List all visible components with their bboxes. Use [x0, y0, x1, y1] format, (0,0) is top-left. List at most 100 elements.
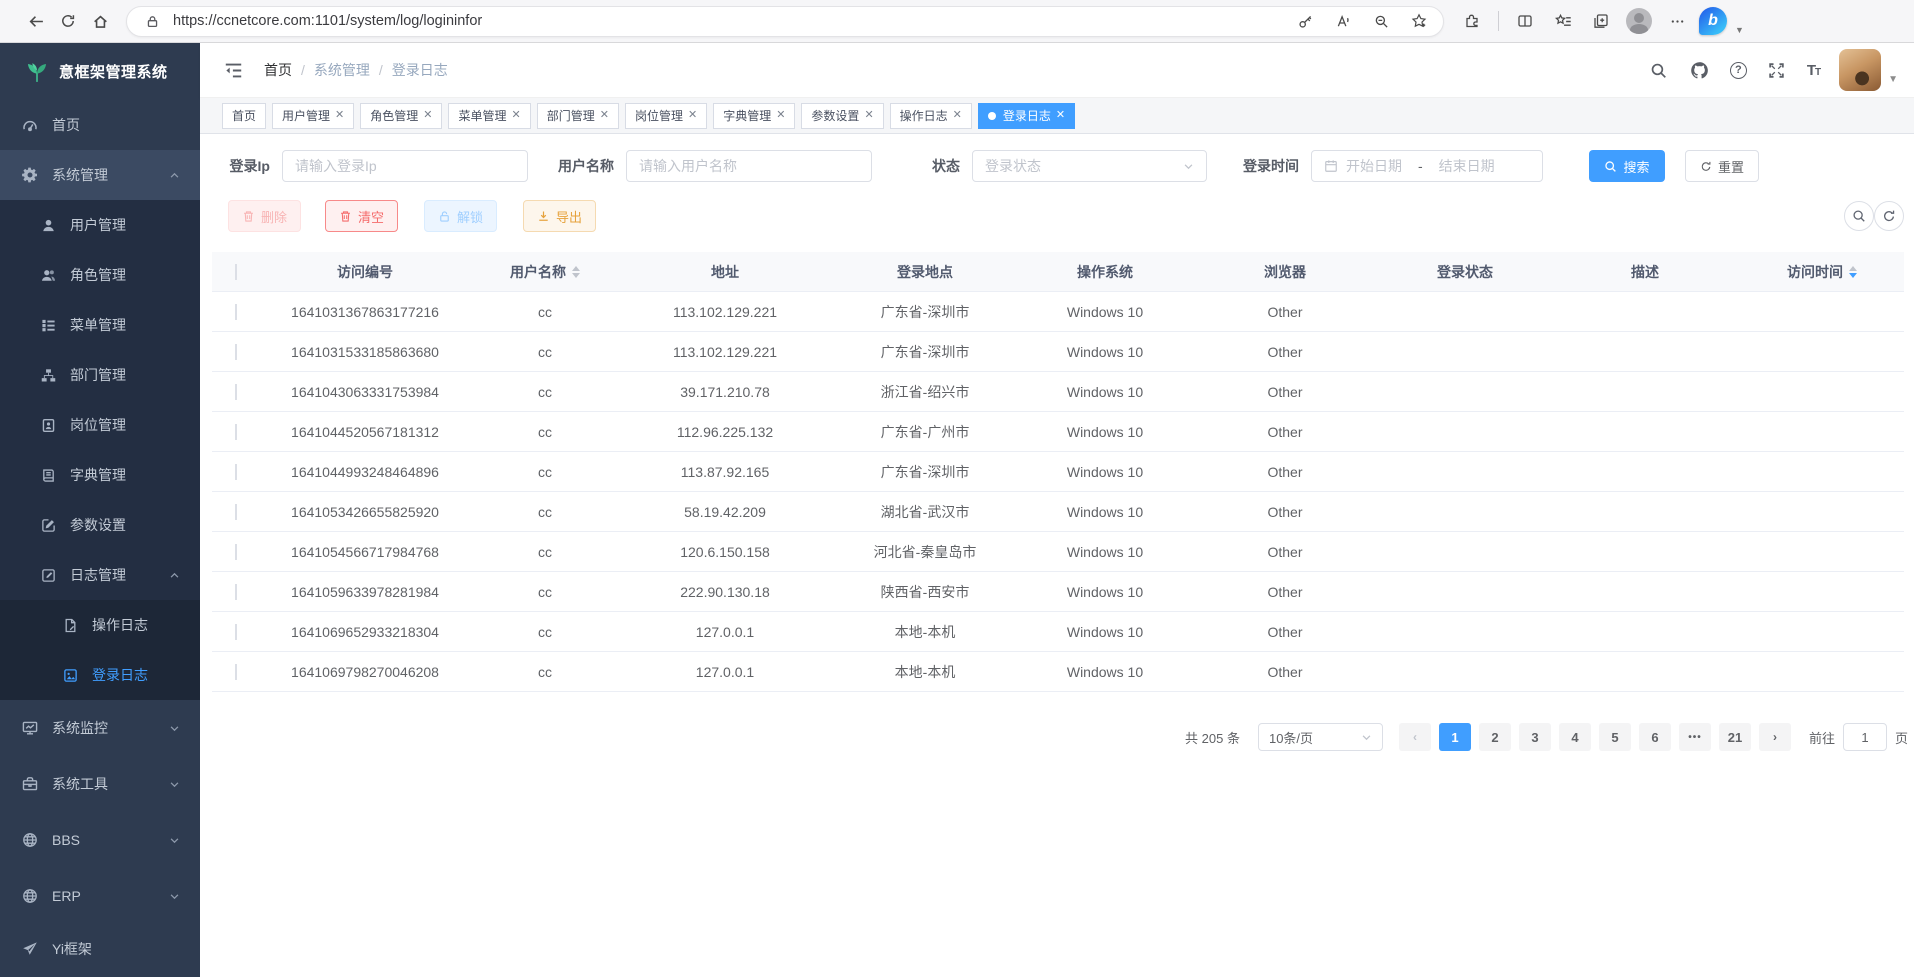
table-row[interactable]: 1641069652933218304 cc 127.0.0.1 本地-本机 W… — [212, 612, 1904, 652]
browser-home-button[interactable] — [84, 5, 116, 37]
filter-daterange-input[interactable]: 开始日期 - 结束日期 — [1311, 150, 1543, 182]
filter-user-input[interactable]: 请输入用户名称 — [626, 150, 872, 182]
col-address[interactable]: 地址 — [620, 262, 830, 282]
close-icon[interactable]: ✕ — [688, 110, 697, 121]
filter-status-select[interactable]: 登录状态 — [972, 150, 1207, 182]
sidebar-item-erp[interactable]: ERP — [0, 868, 200, 924]
table-search-toggle-button[interactable] — [1844, 201, 1874, 231]
unlock-button[interactable]: 解锁 — [424, 200, 497, 232]
browser-back-button[interactable] — [20, 5, 52, 37]
avatar-caret-icon[interactable]: ▼ — [1888, 74, 1898, 91]
table-row[interactable]: 1641054566717984768 cc 120.6.150.158 河北省… — [212, 532, 1904, 572]
table-row[interactable]: 1641044520567181312 cc 112.96.225.132 广东… — [212, 412, 1904, 452]
row-checkbox[interactable] — [235, 624, 237, 640]
tab-home[interactable]: 首页 — [222, 103, 266, 129]
sidebar-item-menu-mgmt[interactable]: 菜单管理 — [0, 300, 200, 350]
sidebar-item-dict-mgmt[interactable]: 字典管理 — [0, 450, 200, 500]
help-icon[interactable]: ? — [1730, 62, 1747, 79]
github-icon[interactable] — [1689, 59, 1711, 81]
sidebar-item-user-mgmt[interactable]: 用户管理 — [0, 200, 200, 250]
breadcrumb-home[interactable]: 首页 — [264, 60, 292, 80]
collections-icon[interactable] — [1585, 5, 1617, 37]
tab-user-mgmt[interactable]: 用户管理✕ — [272, 103, 354, 129]
prev-page-button[interactable]: ‹ — [1399, 723, 1431, 751]
table-row[interactable]: 1641031367863177216 cc 113.102.129.221 广… — [212, 292, 1904, 332]
row-checkbox[interactable] — [235, 544, 237, 560]
sidebar-item-post-mgmt[interactable]: 岗位管理 — [0, 400, 200, 450]
read-aloud-icon[interactable] — [1327, 5, 1359, 37]
row-checkbox[interactable] — [235, 304, 237, 320]
close-icon[interactable]: ✕ — [335, 110, 344, 121]
sidebar-item-log-mgmt[interactable]: 日志管理 — [0, 550, 200, 600]
page-button-4[interactable]: 4 — [1559, 723, 1591, 751]
page-size-select[interactable]: 10条/页 — [1258, 723, 1383, 751]
page-button-6[interactable]: 6 — [1639, 723, 1671, 751]
tab-post-mgmt[interactable]: 岗位管理✕ — [625, 103, 707, 129]
sidebar-item-system-tools[interactable]: 系统工具 — [0, 756, 200, 812]
select-all-checkbox[interactable] — [235, 264, 237, 280]
page-button-21[interactable]: 21 — [1719, 723, 1751, 751]
header-search-icon[interactable] — [1648, 59, 1670, 81]
page-button-3[interactable]: 3 — [1519, 723, 1551, 751]
row-checkbox[interactable] — [235, 664, 237, 680]
tab-dict-mgmt[interactable]: 字典管理✕ — [713, 103, 795, 129]
more-pages-button[interactable]: ••• — [1679, 723, 1711, 751]
copilot-icon[interactable]: b — [1699, 7, 1727, 35]
split-screen-icon[interactable] — [1509, 5, 1541, 37]
sidebar-item-dept-mgmt[interactable]: 部门管理 — [0, 350, 200, 400]
reset-button[interactable]: 重置 — [1685, 150, 1759, 182]
col-visit-id[interactable]: 访问编号 — [260, 262, 470, 282]
breadcrumb-system-mgmt[interactable]: 系统管理 — [314, 60, 370, 80]
next-page-button[interactable]: › — [1759, 723, 1791, 751]
page-button-2[interactable]: 2 — [1479, 723, 1511, 751]
sidebar-collapse-icon[interactable] — [222, 59, 244, 81]
favorite-add-icon[interactable] — [1403, 5, 1435, 37]
row-checkbox[interactable] — [235, 424, 237, 440]
tab-dept-mgmt[interactable]: 部门管理✕ — [537, 103, 619, 129]
table-row[interactable]: 1641059633978281984 cc 222.90.130.18 陕西省… — [212, 572, 1904, 612]
password-key-icon[interactable] — [1289, 5, 1321, 37]
sort-icon[interactable] — [1849, 266, 1857, 278]
search-button[interactable]: 搜索 — [1589, 150, 1665, 182]
close-icon[interactable]: ✕ — [1056, 110, 1065, 121]
table-row[interactable]: 1641044993248464896 cc 113.87.92.165 广东省… — [212, 452, 1904, 492]
sidebar-item-system-mgmt[interactable]: 系统管理 — [0, 150, 200, 200]
sidebar-item-operation-log[interactable]: 操作日志 — [0, 600, 200, 650]
col-desc[interactable]: 描述 — [1550, 262, 1740, 282]
delete-button[interactable]: 删除 — [228, 200, 301, 232]
row-checkbox[interactable] — [235, 584, 237, 600]
page-button-5[interactable]: 5 — [1599, 723, 1631, 751]
row-checkbox[interactable] — [235, 384, 237, 400]
table-row[interactable]: 1641043063331753984 cc 39.171.210.78 浙江省… — [212, 372, 1904, 412]
tab-param-settings[interactable]: 参数设置✕ — [801, 103, 883, 129]
table-refresh-button[interactable] — [1874, 201, 1904, 231]
row-checkbox[interactable] — [235, 464, 237, 480]
table-row[interactable]: 1641031533185863680 cc 113.102.129.221 广… — [212, 332, 1904, 372]
page-button-1[interactable]: 1 — [1439, 723, 1471, 751]
goto-page-input[interactable] — [1843, 723, 1887, 751]
col-status[interactable]: 登录状态 — [1380, 262, 1550, 282]
close-icon[interactable]: ✕ — [512, 110, 521, 121]
tab-menu-mgmt[interactable]: 菜单管理✕ — [448, 103, 530, 129]
close-icon[interactable]: ✕ — [776, 110, 785, 121]
col-os[interactable]: 操作系统 — [1020, 262, 1190, 282]
browser-profile-avatar[interactable] — [1623, 5, 1655, 37]
col-time[interactable]: 访问时间 — [1740, 262, 1904, 282]
row-checkbox[interactable] — [235, 344, 237, 360]
sort-icon[interactable] — [572, 266, 580, 278]
tab-login-log[interactable]: 登录日志✕ — [978, 103, 1075, 129]
address-bar[interactable]: https://ccnetcore.com:1101/system/log/lo… — [126, 6, 1444, 37]
favorites-bar-icon[interactable] — [1547, 5, 1579, 37]
table-row[interactable]: 1641069798270046208 cc 127.0.0.1 本地-本机 W… — [212, 652, 1904, 692]
zoom-out-icon[interactable] — [1365, 5, 1397, 37]
sidebar-item-system-monitor[interactable]: 系统监控 — [0, 700, 200, 756]
extensions-icon[interactable] — [1456, 5, 1488, 37]
close-icon[interactable]: ✕ — [423, 110, 432, 121]
close-icon[interactable]: ✕ — [600, 110, 609, 121]
filter-ip-input[interactable]: 请输入登录Ip — [282, 150, 528, 182]
fullscreen-icon[interactable] — [1766, 59, 1788, 81]
export-button[interactable]: 导出 — [523, 200, 596, 232]
col-location[interactable]: 登录地点 — [830, 262, 1020, 282]
sidebar-item-role-mgmt[interactable]: 角色管理 — [0, 250, 200, 300]
sidebar-item-yi-framework[interactable]: Yi框架 — [0, 924, 200, 974]
